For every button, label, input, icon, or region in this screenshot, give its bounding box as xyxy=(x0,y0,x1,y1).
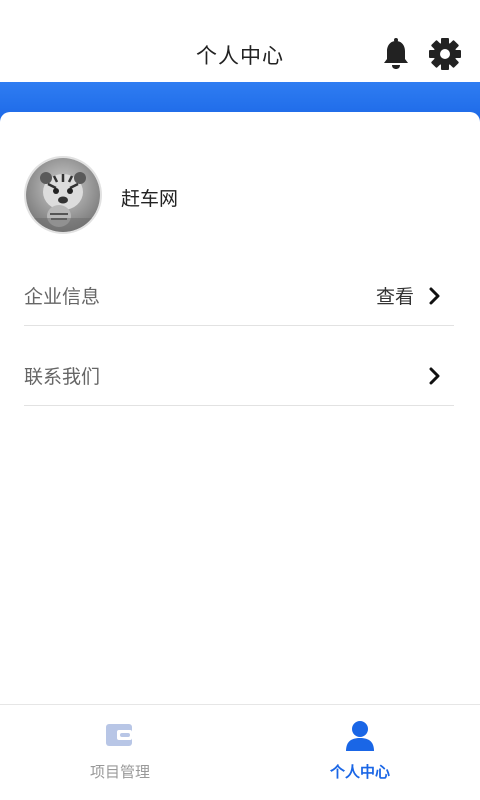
tab-project-management[interactable]: 项目管理 xyxy=(0,705,240,800)
bell-icon[interactable] xyxy=(378,36,414,72)
nav-label: 个人中心 xyxy=(329,763,390,781)
bottom-nav: 项目管理 个人中心 xyxy=(0,704,480,800)
gear-icon[interactable] xyxy=(427,36,463,72)
menu-item-value: 查看 xyxy=(375,286,414,308)
nav-label: 项目管理 xyxy=(89,763,150,781)
menu-item-contact-us[interactable]: 联系我们 xyxy=(24,346,454,406)
user-icon xyxy=(343,719,377,753)
username: 赶车网 xyxy=(121,188,179,210)
menu-item-label: 企业信息 xyxy=(24,286,101,308)
top-header: 个人中心 xyxy=(0,0,480,84)
menu-item-label: 联系我们 xyxy=(24,366,101,388)
wallet-icon xyxy=(103,719,137,753)
menu-item-company-info[interactable]: 企业信息 查看 xyxy=(24,266,454,326)
avatar[interactable] xyxy=(24,156,102,234)
profile-card: 赶车网 企业信息 查看 联系我们 xyxy=(0,112,480,708)
chevron-right-icon xyxy=(428,286,442,306)
tab-personal-center[interactable]: 个人中心 xyxy=(240,705,480,800)
chevron-right-icon xyxy=(428,366,442,386)
